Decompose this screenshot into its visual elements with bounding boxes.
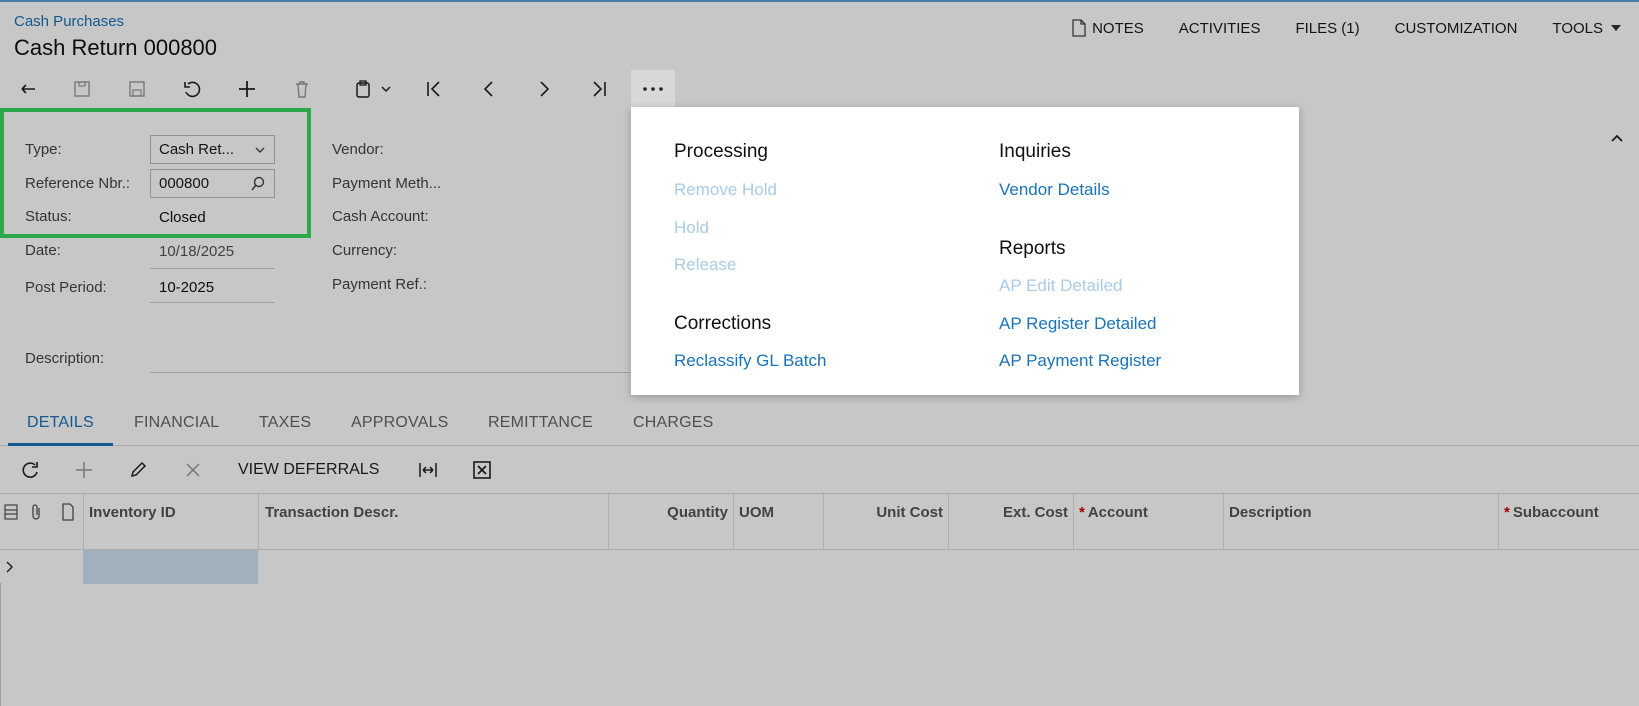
more-actions-menu: Processing Remove Hold Hold Release Corr…: [631, 107, 1299, 395]
ap-edit-detailed-item[interactable]: AP Edit Detailed: [999, 276, 1122, 296]
reports-heading: Reports: [999, 238, 1066, 259]
corrections-heading: Corrections: [674, 313, 772, 334]
hold-item[interactable]: Hold: [674, 218, 709, 238]
inquiries-heading: Inquiries: [999, 141, 1071, 162]
remove-hold-item[interactable]: Remove Hold: [674, 180, 777, 200]
highlight-box: [0, 108, 311, 238]
more-dots-icon: [643, 87, 663, 91]
more-actions-button[interactable]: [631, 70, 675, 108]
ap-register-detailed-item[interactable]: AP Register Detailed: [999, 314, 1157, 334]
ap-payment-register-item[interactable]: AP Payment Register: [999, 351, 1161, 371]
reclassify-gl-batch-item[interactable]: Reclassify GL Batch: [674, 351, 826, 371]
processing-heading: Processing: [674, 141, 768, 162]
vendor-details-item[interactable]: Vendor Details: [999, 180, 1110, 200]
release-item[interactable]: Release: [674, 255, 736, 275]
